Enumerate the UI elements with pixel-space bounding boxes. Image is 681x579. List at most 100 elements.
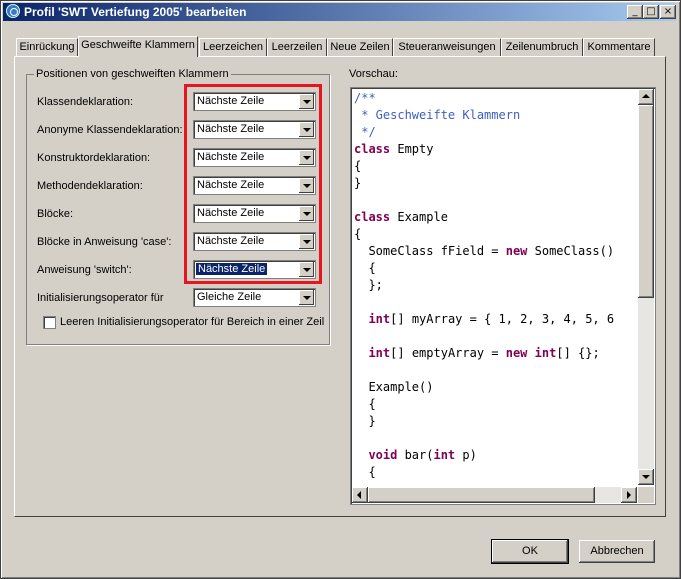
code-token: } [354, 176, 362, 190]
code-line: void bar(int p) [354, 447, 614, 464]
label-initialisierungsoperator: Initialisierungsoperator für [37, 292, 164, 304]
scrollbar-corner [638, 487, 654, 503]
highlight-annotation-box [184, 84, 322, 284]
code-line: } [354, 413, 614, 430]
code-line: { [354, 226, 614, 243]
empty-initializer-checkbox[interactable] [43, 316, 56, 329]
scroll-left-icon[interactable] [352, 487, 368, 503]
tab-zeilenumbruch[interactable]: Zeilenumbruch [501, 38, 583, 56]
code-token: int [433, 448, 456, 462]
scroll-down-icon[interactable] [638, 469, 654, 485]
tab-geschweifte-klammern[interactable]: Geschweifte Klammern [78, 36, 198, 57]
horizontal-scroll-thumb[interactable] [368, 487, 595, 503]
code-line: int[] myArray = { 1, 2, 3, 4, 5, 6 [354, 311, 614, 328]
code-token: [] {}; [556, 346, 600, 360]
code-token: { [354, 261, 376, 275]
scroll-right-icon[interactable] [621, 487, 637, 503]
code-line: class Empty [354, 141, 614, 158]
tab-kommentare[interactable]: Kommentare [583, 38, 655, 56]
vertical-scrollbar[interactable] [638, 89, 654, 485]
label-konstruktordeklaration: Konstruktordeklaration: [37, 152, 151, 164]
code-token: { [354, 159, 362, 173]
code-token: SomeClass() [527, 244, 615, 258]
code-token: [] myArray = { 1, 2, 3, 4, 5, 6 [390, 312, 615, 326]
code-token: { [354, 397, 376, 411]
title-bar[interactable]: Profil 'SWT Vertiefung 2005' bearbeiten … [3, 3, 676, 21]
window-title: Profil 'SWT Vertiefung 2005' bearbeiten [24, 5, 247, 19]
code-line: */ [354, 124, 614, 141]
code-line: /** [354, 90, 614, 107]
dropdown-arrow-icon[interactable] [299, 290, 314, 305]
positions-group-title: Positionen von geschweiften Klammern [34, 68, 231, 80]
code-line: { [354, 158, 614, 175]
select-value: Gleiche Zeile [197, 291, 262, 303]
label-anonyme-klassendeklaration: Anonyme Klassendeklaration: [37, 124, 183, 136]
tab-leerzeilen[interactable]: Leerzeilen [267, 38, 327, 56]
code-token: p) [455, 448, 477, 462]
label-bloecke: Blöcke: [37, 208, 74, 220]
preview-label: Vorschau: [349, 68, 398, 80]
horizontal-scrollbar[interactable] [352, 487, 637, 503]
minimize-button[interactable]: _ [627, 5, 643, 19]
code-token: [] emptyArray = [390, 346, 506, 360]
app-icon [6, 4, 20, 18]
label-bloecke-case: Blöcke in Anweisung 'case': [37, 236, 172, 248]
tab-steueranweisungen[interactable]: Steueranweisungen [393, 38, 501, 56]
code-token: class [354, 142, 391, 156]
code-token: /** [354, 91, 376, 105]
empty-initializer-label: Leeren Initialisierungsoperator für Bere… [60, 316, 325, 328]
code-token: int [368, 312, 391, 326]
code-line: { [354, 464, 614, 481]
code-token: */ [354, 125, 376, 139]
scroll-up-icon[interactable] [638, 89, 654, 105]
cancel-button[interactable]: Abbrechen [579, 540, 655, 563]
tab-leerzeichen[interactable]: Leerzeichen [199, 38, 267, 56]
code-line: } [354, 175, 614, 192]
code-token: int [368, 346, 391, 360]
code-line: * Geschweifte Klammern [354, 107, 614, 124]
tab-neue-zeilen[interactable]: Neue Zeilen [327, 38, 393, 56]
code-line: Example() [354, 379, 614, 396]
code-line: int[] emptyArray = new int[] {}; [354, 345, 614, 362]
label-methodendeklaration: Methodendeklaration: [37, 180, 143, 192]
code-token: Example() [354, 380, 434, 394]
code-token: void [368, 448, 398, 462]
code-token: class [354, 210, 391, 224]
code-token: } [354, 414, 376, 428]
preview-code-area[interactable]: /** * Geschweifte Klammern */ class Empty… [350, 87, 656, 505]
close-button[interactable]: × [660, 5, 676, 19]
code-token: Example [390, 210, 448, 224]
code-token: Empty [390, 142, 434, 156]
initialisierungsoperator-select[interactable]: Gleiche Zeile [193, 288, 316, 307]
maximize-button[interactable]: □ [643, 5, 659, 19]
code-token: new [505, 244, 528, 258]
code-token: { [354, 465, 376, 479]
code-line: { [354, 396, 614, 413]
ok-button[interactable]: OK [491, 539, 569, 564]
code-token: }; [354, 278, 383, 292]
label-klassendeklaration: Klassendeklaration: [37, 96, 134, 108]
tab-einrueckung[interactable]: Einrückung [16, 38, 78, 56]
code-line: }; [354, 277, 614, 294]
code-token: * Geschweifte Klammern [354, 108, 521, 122]
code-token: { [354, 227, 362, 241]
preview-code: /** * Geschweifte Klammern */ class Empty… [354, 90, 614, 481]
code-line: SomeClass fField = new SomeClass() [354, 243, 614, 260]
code-line: class Example [354, 209, 614, 226]
vertical-scroll-thumb[interactable] [638, 105, 654, 298]
code-token: int [534, 346, 557, 360]
code-token: bar( [397, 448, 434, 462]
code-token: SomeClass fField = [354, 244, 506, 258]
label-switch: Anweisung 'switch': [37, 264, 132, 276]
code-token: new [505, 346, 528, 360]
code-line: { [354, 260, 614, 277]
